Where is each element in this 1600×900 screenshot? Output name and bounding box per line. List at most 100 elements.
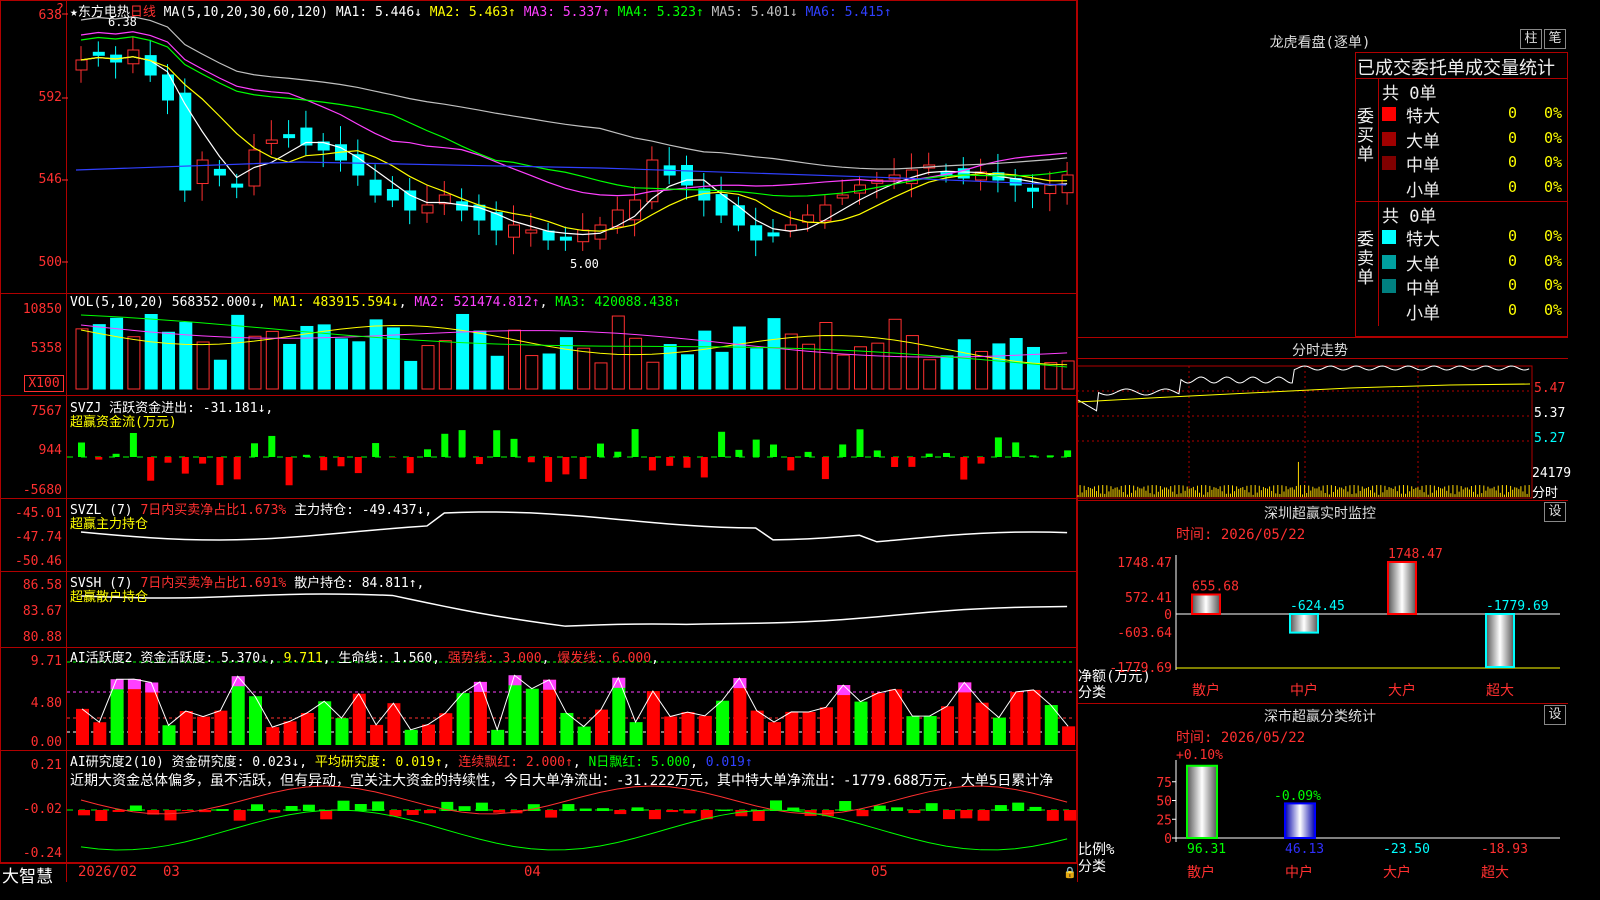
research-bar	[1029, 806, 1042, 811]
svsh-hold: 散户持仓: 84.811↑	[294, 576, 417, 591]
intraday-vol-tick: 24179	[1532, 466, 1572, 481]
volume-bar	[473, 330, 487, 390]
fund-flow-bar	[147, 457, 155, 481]
fund-flow-bar	[977, 457, 985, 464]
fund-flow-bar	[251, 443, 258, 457]
candlestick	[508, 224, 520, 238]
research-bar	[181, 810, 194, 812]
candlestick	[386, 188, 399, 201]
candlestick	[732, 205, 745, 226]
volume-bar	[265, 330, 279, 390]
activity-bar	[266, 727, 280, 745]
buy-total: 共 0单	[1382, 84, 1437, 104]
volume-bar	[352, 341, 366, 390]
fund-flow-bar	[233, 457, 241, 480]
brand-logo: 大智慧	[2, 867, 53, 887]
activity-bar	[197, 716, 211, 745]
fund-flow-bar	[700, 457, 708, 478]
research-bar	[95, 810, 108, 821]
research-bar	[648, 810, 661, 820]
activity-bar	[318, 701, 332, 745]
fund-flow-bar	[199, 457, 207, 464]
research-bar	[631, 807, 644, 811]
activity-bar	[854, 701, 868, 745]
high-price-label: 6.38	[108, 15, 137, 29]
y-tick: -47.74	[15, 530, 62, 545]
lock-icon[interactable]: 🔒	[1063, 866, 1077, 879]
order-percent: 0%	[1544, 128, 1563, 147]
vol-ma1: MA1: 483915.594↓	[273, 295, 399, 310]
volume-bar	[611, 315, 625, 390]
fund-flow-bar	[216, 457, 224, 486]
research-bar	[493, 810, 506, 813]
candlestick	[248, 149, 261, 187]
low-price-label: 5.00	[570, 257, 599, 271]
candlestick	[1027, 187, 1039, 192]
main-chart-header: ★东方电热日线 MA(5,10,20,30,60,120) MA1: 5.446…	[70, 1, 892, 20]
order-percent: 0%	[1544, 300, 1563, 319]
research-bar	[302, 804, 315, 811]
volume-bar	[1027, 346, 1040, 390]
volume-ma-line	[80, 314, 1068, 368]
fund-flow-bar	[960, 457, 968, 480]
order-percent: 0%	[1544, 276, 1563, 294]
tick-mode-button[interactable]: 笔	[1544, 29, 1566, 49]
volume-bar	[335, 338, 348, 390]
moving-average-line	[80, 16, 1068, 170]
intraday-y-tick: 5.27	[1534, 431, 1566, 446]
classification-time: 时间: 2026/05/22	[1176, 730, 1306, 746]
volume-bar	[819, 321, 833, 390]
activity-bar	[231, 676, 245, 745]
candlestick	[525, 229, 538, 234]
vol-unit-badge[interactable]: X100	[24, 375, 64, 392]
life-line-value: 生命线: 1.560	[338, 651, 433, 666]
date-tick: 04	[524, 864, 541, 880]
y-tick: 9.71	[30, 654, 62, 669]
order-color-swatch	[1382, 107, 1396, 121]
y-tick: 86.58	[22, 578, 62, 593]
fund-flow-bar	[631, 429, 639, 457]
candlestick	[784, 224, 797, 232]
research-bar	[251, 804, 263, 811]
fund-flow-bar	[873, 450, 881, 457]
fund-flow-bar	[527, 457, 535, 463]
sell-orders-label: 委卖单	[1357, 230, 1374, 288]
fund-flow-bar	[1012, 442, 1020, 457]
ai-activity-header: AI活跃度2 资金活跃度: 5.370↓, 9.711, 生命线: 1.560,…	[70, 651, 659, 666]
candlestick	[92, 51, 105, 56]
volume-bar	[854, 346, 867, 390]
candlestick	[542, 230, 555, 241]
research-bar	[856, 810, 869, 817]
fund-flow-bar	[1029, 455, 1037, 457]
dragon-tiger-title: 龙虎看盘(逐单)	[1269, 35, 1371, 51]
fund-flow-bar	[735, 449, 743, 457]
activity-bar	[577, 726, 591, 745]
candlestick	[836, 194, 849, 199]
classification-settings-button[interactable]: 设	[1544, 705, 1566, 725]
activity-bar	[819, 707, 833, 745]
y-tick: -0.02	[22, 802, 62, 817]
y-tick: 80.88	[22, 630, 62, 645]
activity-bar	[612, 677, 626, 745]
y-tick: 592	[38, 90, 62, 105]
fund-flow-bar	[95, 457, 103, 460]
fund-flow-bar	[718, 431, 726, 457]
realtime-settings-button[interactable]: 设	[1544, 502, 1566, 522]
fund-flow-bar	[475, 457, 483, 465]
volume-ma-line	[80, 324, 1068, 358]
activity-bar	[560, 712, 574, 745]
fund-flow-bar	[112, 453, 120, 457]
activity-bar	[716, 700, 730, 745]
fund-flow-bar	[752, 439, 760, 457]
research-bar	[977, 810, 990, 821]
fund-flow-bar	[994, 437, 1002, 457]
y-tick: 4.80	[30, 696, 62, 711]
bar-mode-button[interactable]: 柱	[1520, 29, 1542, 49]
candlestick	[265, 139, 278, 144]
fund-flow-bar	[821, 457, 829, 480]
candlestick	[369, 179, 382, 196]
intraday-vol-unit: 分时	[1532, 486, 1559, 501]
date-tick: 05	[871, 864, 888, 880]
activity-bar	[422, 724, 435, 745]
fund-flow-bar	[129, 432, 137, 457]
